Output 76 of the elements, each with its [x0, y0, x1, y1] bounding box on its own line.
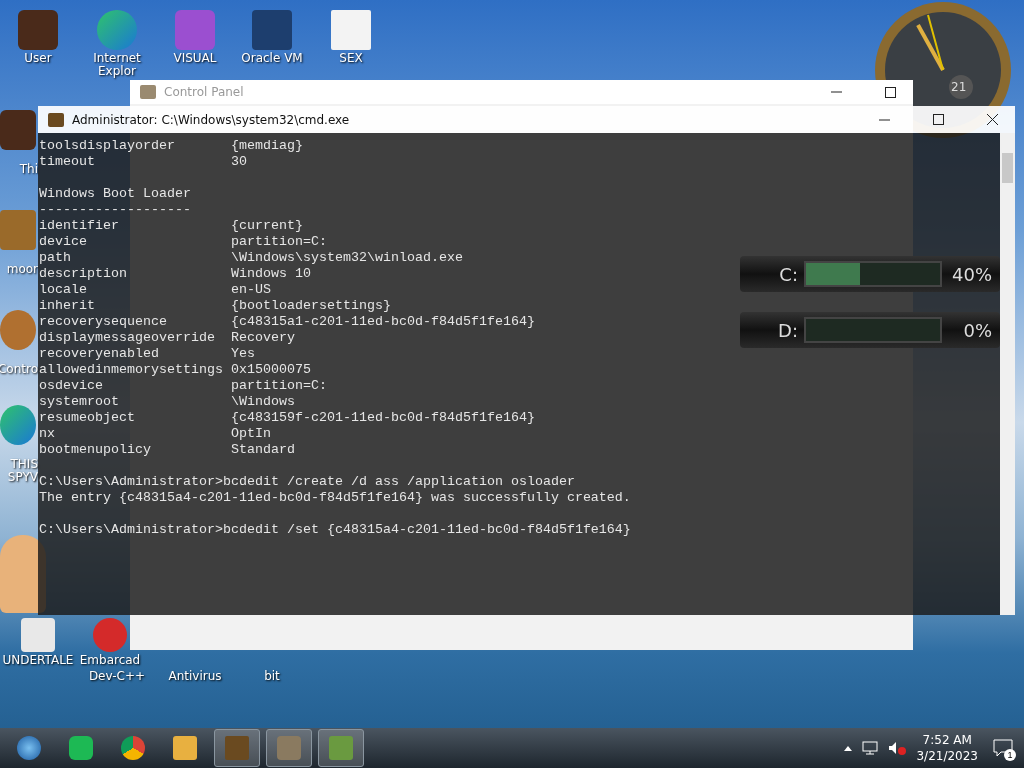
config-key: systemroot — [39, 394, 119, 410]
clock-date: 21 — [951, 80, 967, 94]
config-value: Windows 10 — [231, 266, 311, 282]
desktop-icon-label[interactable]: User — [24, 52, 52, 65]
config-value: OptIn — [231, 426, 271, 442]
config-value: 0x15000075 — [231, 362, 311, 378]
config-value: {bootloadersettings} — [231, 298, 391, 314]
config-value: Standard — [231, 442, 295, 458]
console-line: The entry {c48315a4-c201-11ed-bc0d-f84d5f1fe164} was successfully created. — [39, 490, 631, 506]
desktop-icon-label[interactable]: VISUAL — [173, 52, 217, 65]
scrollbar[interactable] — [1000, 133, 1015, 615]
config-value: Yes — [231, 346, 255, 362]
config-key: device — [39, 234, 87, 250]
drive-usage-reading: 40% — [951, 263, 992, 285]
drive-usage-reading: 0% — [962, 319, 992, 341]
config-key: path — [39, 250, 71, 266]
desktop-icon-label[interactable]: UNDERTALE — [2, 654, 74, 667]
config-value: en-US — [231, 282, 271, 298]
config-key: allowedinmemorysettings — [39, 362, 223, 378]
notifications-button[interactable]: 1 — [988, 733, 1018, 763]
console-line: C:\Users\Administrator>bcdedit /create /d ass /application osloader — [39, 474, 575, 490]
config-key: bootmenupolicy — [39, 442, 151, 458]
config-key: locale — [39, 282, 87, 298]
desktop-shortcut-icon[interactable] — [0, 110, 36, 150]
config-key: toolsdisplayorder — [39, 138, 175, 154]
config-key: description — [39, 266, 127, 282]
config-value: \Windows\system32\winload.exe — [231, 250, 463, 266]
desktop-icon-label[interactable]: Internet Explor — [79, 52, 155, 78]
config-key: osdevice — [39, 378, 103, 394]
config-key: recoveryenabled — [39, 346, 159, 362]
desktop-icon-label[interactable]: moor — [6, 262, 38, 276]
config-key: resumeobject — [39, 410, 135, 426]
config-key: timeout — [39, 154, 95, 170]
notification-count: 1 — [1004, 749, 1016, 761]
config-value: \Windows — [231, 394, 295, 410]
maximize-icon — [884, 86, 896, 98]
desktop-icon-label[interactable]: SEX — [339, 52, 363, 65]
config-value: partition=C: — [231, 378, 327, 394]
config-key: nx — [39, 426, 55, 442]
config-key: displaymessageoverride — [39, 330, 215, 346]
config-value: 30 — [231, 154, 247, 170]
close-icon — [986, 114, 998, 125]
desktop-icon-label[interactable]: bit — [264, 670, 280, 683]
config-key: recoverysequence — [39, 314, 167, 330]
config-value: Recovery — [231, 330, 295, 346]
console-line: Windows Boot Loader — [39, 186, 191, 202]
control-panel-icon — [140, 85, 156, 99]
desktop-icon-label[interactable]: Oracle VM — [241, 52, 303, 65]
config-value: partition=C: — [231, 234, 327, 250]
config-value: {memdiag} — [231, 138, 303, 154]
clock-date: 3/21/2023 — [916, 748, 978, 764]
network-icon[interactable] — [862, 741, 879, 755]
console-line: ------------------- — [39, 202, 191, 218]
minimize-icon — [878, 118, 890, 121]
console-line: C:\Users\Administrator>bcdedit /set {c48315a4-c201-11ed-bc0d-f84d5f1fe164} — [39, 522, 631, 538]
desktop-icon-label[interactable]: Antivirus — [168, 670, 222, 683]
drive-letter: D: — [777, 319, 798, 341]
drive-letter: C: — [778, 263, 798, 285]
config-value: {current} — [231, 218, 303, 234]
desktop-icon-label[interactable]: Dev-C++ — [88, 670, 146, 683]
config-key: identifier — [39, 218, 119, 234]
speaker-muted-icon[interactable] — [888, 741, 907, 755]
minimize-icon — [830, 91, 842, 93]
message-icon — [993, 739, 1013, 757]
config-key: inherit — [39, 298, 95, 314]
config-value: {c48315a1-c201-11ed-bc0d-f84d5f1fe164} — [231, 314, 535, 330]
maximize-icon — [932, 114, 944, 125]
cmd-icon — [48, 112, 64, 127]
clock-time: 7:52 AM — [922, 732, 972, 748]
caret-up-icon[interactable] — [844, 745, 853, 751]
config-value: {c483159f-c201-11ed-bc0d-f84d5f1fe164} — [231, 410, 535, 426]
window-title: Control Panel — [164, 85, 245, 99]
desktop-icon-label[interactable]: Thi — [19, 162, 38, 176]
window-title: Administrator: C:\Windows\system32\cmd.exe — [72, 112, 351, 127]
desktop-icon-label[interactable]: Embarcad — [79, 654, 141, 667]
desktop-shortcut-icon[interactable] — [18, 10, 58, 50]
